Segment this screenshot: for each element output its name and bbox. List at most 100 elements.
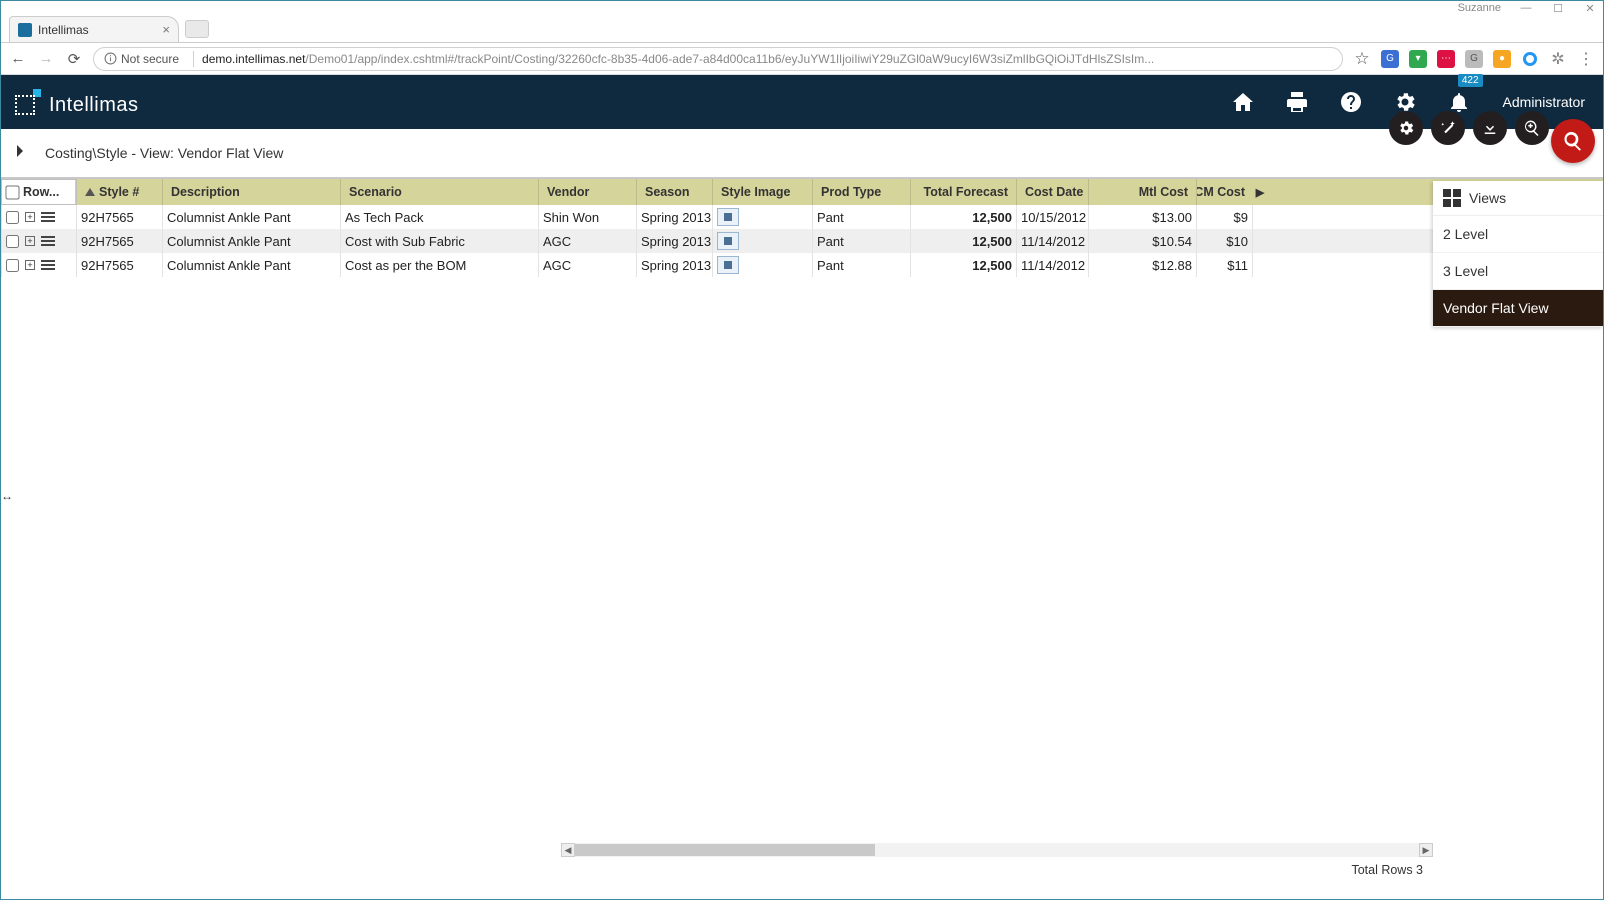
views-item[interactable]: 2 Level — [1433, 216, 1603, 253]
col-header-style-image[interactable]: Style Image — [713, 179, 813, 205]
cell-vendor[interactable]: AGC — [539, 229, 637, 253]
scroll-right-button[interactable]: ▶ — [1419, 843, 1433, 857]
col-header-vendor[interactable]: Vendor — [539, 179, 637, 205]
cell-description[interactable]: Columnist Ankle Pant — [163, 229, 341, 253]
col-header-season[interactable]: Season — [637, 179, 713, 205]
cell-vendor[interactable]: AGC — [539, 253, 637, 277]
horizontal-scrollbar[interactable]: ◀ ▶ — [561, 843, 1433, 857]
col-header-description[interactable]: Description — [163, 179, 341, 205]
zoom-button[interactable] — [1515, 111, 1549, 145]
col-header-mtl-cost[interactable]: Mtl Cost — [1089, 179, 1197, 205]
scroll-right-indicator[interactable]: ▶ — [1253, 179, 1267, 205]
extension-icon[interactable]: G — [1465, 50, 1483, 68]
cell-cm-cost[interactable]: $9 — [1197, 205, 1253, 229]
download-button[interactable] — [1473, 111, 1507, 145]
cell-total-forecast[interactable]: 12,500 — [911, 229, 1017, 253]
extension-icon[interactable] — [1521, 50, 1539, 68]
views-item[interactable]: 3 Level — [1433, 253, 1603, 290]
cell-style[interactable]: 92H7565 — [77, 253, 163, 277]
image-preview-button[interactable] — [717, 232, 739, 250]
row-checkbox[interactable] — [6, 259, 19, 272]
extension-icon[interactable]: ● — [1493, 50, 1511, 68]
cell-scenario[interactable]: As Tech Pack — [341, 205, 539, 229]
cell-description[interactable]: Columnist Ankle Pant — [163, 205, 341, 229]
window-maximize-button[interactable]: ☐ — [1551, 1, 1565, 15]
browser-reload-button[interactable]: ⟳ — [65, 50, 83, 68]
image-preview-button[interactable] — [717, 256, 739, 274]
col-header-scenario[interactable]: Scenario — [341, 179, 539, 205]
bookmark-star-icon[interactable]: ☆ — [1353, 50, 1371, 68]
row-selector-header[interactable]: Row... — [2, 180, 76, 204]
cell-vendor[interactable]: Shin Won — [539, 205, 637, 229]
browser-toolbar: ← → ⟳ Not secure demo.intellimas.net/Dem… — [1, 43, 1603, 75]
row-checkbox[interactable] — [6, 235, 19, 248]
cell-mtl-cost[interactable]: $12.88 — [1089, 253, 1197, 277]
app-logo[interactable]: Intellimas — [13, 87, 138, 117]
cell-cost-date[interactable]: 10/15/2012 — [1017, 205, 1089, 229]
expand-row-button[interactable]: + — [25, 212, 35, 222]
table-row[interactable]: +92H7565Columnist Ankle PantCost with Su… — [1, 229, 1603, 253]
views-item[interactable]: Vendor Flat View — [1433, 290, 1603, 327]
col-header-cost-date[interactable]: Cost Date — [1017, 179, 1089, 205]
browser-forward-button[interactable]: → — [37, 50, 55, 67]
cell-prod-type[interactable]: Pant — [813, 205, 911, 229]
cell-mtl-cost[interactable]: $13.00 — [1089, 205, 1197, 229]
views-panel-header[interactable]: Views — [1433, 181, 1603, 216]
table-row[interactable]: +92H7565Columnist Ankle PantAs Tech Pack… — [1, 205, 1603, 229]
expand-panel-button[interactable] — [15, 144, 25, 163]
scroll-track[interactable] — [575, 843, 1419, 857]
cell-style[interactable]: 92H7565 — [77, 229, 163, 253]
cell-season[interactable]: Spring 2013 — [637, 253, 713, 277]
search-button[interactable] — [1551, 119, 1595, 163]
expand-row-button[interactable]: + — [25, 260, 35, 270]
cell-season[interactable]: Spring 2013 — [637, 229, 713, 253]
col-header-cm-cost[interactable]: CM Cost — [1197, 179, 1253, 205]
image-preview-button[interactable] — [717, 208, 739, 226]
cell-cm-cost[interactable]: $11 — [1197, 253, 1253, 277]
scroll-left-button[interactable]: ◀ — [561, 843, 575, 857]
print-button[interactable] — [1283, 88, 1311, 116]
cell-cost-date[interactable]: 11/14/2012 — [1017, 253, 1089, 277]
cell-season[interactable]: Spring 2013 — [637, 205, 713, 229]
cell-total-forecast[interactable]: 12,500 — [911, 205, 1017, 229]
browser-tab[interactable]: Intellimas × — [9, 16, 179, 42]
expand-row-button[interactable]: + — [25, 236, 35, 246]
cell-description[interactable]: Columnist Ankle Pant — [163, 253, 341, 277]
extension-icon[interactable]: ▾ — [1409, 50, 1427, 68]
extension-icon[interactable]: G — [1381, 50, 1399, 68]
cell-scenario[interactable]: Cost with Sub Fabric — [341, 229, 539, 253]
tab-close-button[interactable]: × — [162, 23, 170, 36]
browser-menu-button[interactable]: ⋮ — [1577, 50, 1595, 68]
browser-back-button[interactable]: ← — [9, 50, 27, 67]
window-minimize-button[interactable]: — — [1519, 1, 1533, 15]
cell-style[interactable]: 92H7565 — [77, 205, 163, 229]
select-all-checkbox[interactable] — [5, 185, 19, 199]
cell-prod-type[interactable]: Pant — [813, 229, 911, 253]
cell-cm-cost[interactable]: $10 — [1197, 229, 1253, 253]
cell-prod-type[interactable]: Pant — [813, 253, 911, 277]
cell-cost-date[interactable]: 11/14/2012 — [1017, 229, 1089, 253]
col-header-style[interactable]: Style # — [77, 179, 163, 205]
address-bar[interactable]: Not secure demo.intellimas.net/Demo01/ap… — [93, 47, 1343, 71]
col-header-total-forecast[interactable]: Total Forecast — [911, 179, 1017, 205]
cell-mtl-cost[interactable]: $10.54 — [1089, 229, 1197, 253]
cell-scenario[interactable]: Cost as per the BOM — [341, 253, 539, 277]
user-menu[interactable]: Administrator — [1503, 94, 1585, 110]
row-checkbox[interactable] — [6, 211, 19, 224]
new-tab-button[interactable] — [185, 20, 209, 38]
row-menu-button[interactable] — [41, 212, 55, 222]
col-header-prod-type[interactable]: Prod Type — [813, 179, 911, 205]
row-menu-button[interactable] — [41, 260, 55, 270]
scroll-thumb[interactable] — [575, 844, 875, 856]
extension-icon[interactable]: ⋯ — [1437, 50, 1455, 68]
cell-total-forecast[interactable]: 12,500 — [911, 253, 1017, 277]
magic-wand-button[interactable] — [1431, 111, 1465, 145]
help-button[interactable] — [1337, 88, 1365, 116]
security-indicator[interactable]: Not secure — [104, 52, 179, 66]
configure-button[interactable] — [1389, 111, 1423, 145]
extension-icon[interactable]: ✲ — [1549, 50, 1567, 68]
window-close-button[interactable]: ✕ — [1583, 1, 1597, 15]
home-button[interactable] — [1229, 88, 1257, 116]
row-menu-button[interactable] — [41, 236, 55, 246]
table-row[interactable]: +92H7565Columnist Ankle PantCost as per … — [1, 253, 1603, 277]
